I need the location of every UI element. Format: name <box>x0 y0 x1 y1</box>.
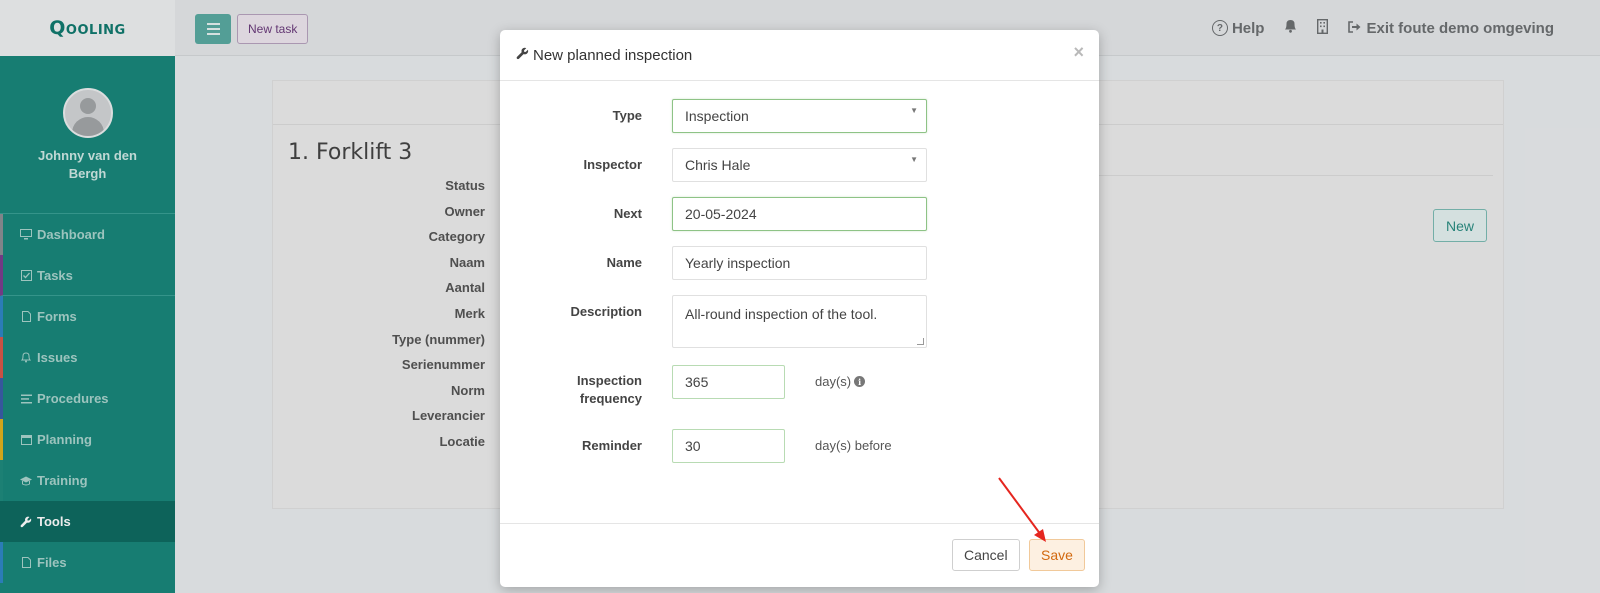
wrench-icon <box>516 47 529 64</box>
inspector-select[interactable]: Chris Hale ▼ <box>672 148 927 182</box>
modal-title-text: New planned inspection <box>533 46 693 64</box>
info-icon[interactable]: i <box>854 376 866 387</box>
description-label: Description <box>570 304 642 319</box>
description-textarea[interactable]: All-round inspection of the tool. <box>672 295 927 348</box>
inspector-label: Inspector <box>583 157 642 172</box>
inspector-value: Chris Hale <box>685 157 751 173</box>
caret-down-icon: ▼ <box>910 106 918 115</box>
type-select[interactable]: Inspection ▼ <box>672 99 927 133</box>
name-input[interactable]: Yearly inspection <box>672 246 927 280</box>
new-planned-inspection-modal: New planned inspection × Type Inspection… <box>500 30 1099 587</box>
modal-header: New planned inspection × <box>500 30 1099 81</box>
reminder-suffix: day(s) before <box>815 438 892 453</box>
type-value: Inspection <box>685 108 749 124</box>
close-icon[interactable]: × <box>1073 42 1084 63</box>
type-label: Type <box>612 108 642 123</box>
save-button[interactable]: Save <box>1029 539 1085 571</box>
cancel-button[interactable]: Cancel <box>952 539 1020 571</box>
modal-footer: Cancel Save <box>500 523 1099 587</box>
frequency-suffix: day(s) i <box>815 374 866 389</box>
resize-handle[interactable] <box>917 338 924 345</box>
modal-title: New planned inspection <box>516 47 692 64</box>
frequency-unit: day(s) <box>815 374 852 389</box>
frequency-label: Inspection frequency <box>576 373 642 406</box>
description-value: All-round inspection of the tool. <box>685 306 878 322</box>
reminder-label: Reminder <box>582 438 642 453</box>
name-label: Name <box>606 255 642 270</box>
reminder-input[interactable]: 30 <box>672 429 785 463</box>
caret-down-icon: ▼ <box>910 155 918 164</box>
next-date-input[interactable]: 20-05-2024 <box>672 197 927 231</box>
next-label: Next <box>613 206 642 221</box>
frequency-input[interactable]: 365 <box>672 365 785 399</box>
